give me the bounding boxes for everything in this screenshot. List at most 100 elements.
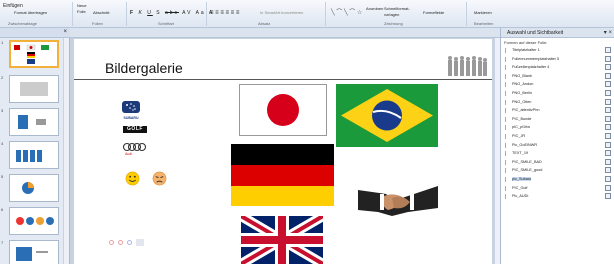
section-button[interactable]: Abschnitt <box>93 10 109 16</box>
thumbnail-preview <box>14 44 49 64</box>
object-list-item[interactable]: PIC_attentivPhn <box>504 107 614 116</box>
thumbnail-slide-3[interactable] <box>9 108 59 136</box>
thumbnail-slide-7[interactable] <box>9 240 59 264</box>
shapes-gallery[interactable]: ╲ ⌒ ╲ ⌒ ☆ <box>331 10 362 16</box>
visibility-toggle-icon[interactable] <box>605 184 611 191</box>
tree-line <box>505 176 509 182</box>
object-name: Foliennummernplatzhalter 5 <box>512 56 560 61</box>
visibility-toggle-icon[interactable] <box>605 64 611 71</box>
audi-logo-text: Audi <box>125 152 132 156</box>
object-list-item[interactable]: TEXT_19 <box>504 150 614 159</box>
object-list-item[interactable]: Foliennummernplatzhalter 5 <box>504 55 614 65</box>
thumbnail-preview <box>18 115 46 129</box>
visibility-toggle-icon[interactable] <box>605 124 611 131</box>
thumbnail-number: 2 <box>1 75 4 80</box>
slide-thumbnails-pane: × 1 2 3 4 5 6 7 <box>0 28 70 264</box>
japan-flag-image[interactable] <box>239 84 327 136</box>
new-slide-button[interactable]: Neue Folie <box>77 3 89 15</box>
smiley-bad-image[interactable] <box>152 171 167 186</box>
thumbnail-slide-2[interactable] <box>9 75 59 103</box>
germany-flag-image[interactable] <box>231 144 334 206</box>
ribbon-separator <box>206 2 207 26</box>
visibility-toggle-icon[interactable] <box>605 115 611 122</box>
uk-flag-image[interactable] <box>241 216 323 264</box>
visibility-toggle-icon[interactable] <box>605 167 611 174</box>
object-list-item[interactable]: PNG_Olten <box>504 98 614 108</box>
tree-line <box>505 56 509 62</box>
object-list-item[interactable]: Pic_AUDI <box>504 193 614 202</box>
visibility-toggle-icon[interactable] <box>605 72 611 79</box>
visibility-toggle-icon[interactable] <box>605 81 611 88</box>
golf-logo-image[interactable]: GOLF <box>123 126 147 133</box>
handshake-photo[interactable] <box>358 172 438 230</box>
align-buttons[interactable]: ≡ ≡ ≡ ≡ ≡ ≡ <box>210 10 239 16</box>
thumbnails-scrollbar[interactable] <box>63 38 69 264</box>
object-list-item[interactable]: PIC_Golf <box>504 184 614 194</box>
object-list-item[interactable]: PIC_Bunde <box>504 115 614 125</box>
paste-button[interactable]: Einfügen <box>3 3 23 9</box>
visibility-toggle-icon[interactable] <box>605 55 611 62</box>
object-name: pIC_pGrlw <box>512 125 530 130</box>
object-name: PNG_Andon <box>512 82 534 87</box>
close-icon[interactable]: × <box>63 29 67 35</box>
object-list-item[interactable]: Titelplatzhalter 1 <box>504 47 614 56</box>
subaru-logo-text: SUBARU <box>124 116 139 120</box>
object-list-item[interactable]: PIC_SMILE_good <box>504 167 614 176</box>
object-list-item[interactable]: Pic_GoEINWR <box>504 141 614 151</box>
visibility-toggle-icon[interactable] <box>605 141 611 148</box>
object-name: PIC_SMILE_good <box>512 168 543 173</box>
object-list-item[interactable]: Fußzeilenplatzhalter 4 <box>504 64 614 73</box>
spacing-button[interactable]: AV <box>182 10 192 16</box>
visibility-toggle-icon[interactable] <box>605 132 611 139</box>
audi-logo-image[interactable]: Audi <box>122 142 148 156</box>
thumbnail-slide-4[interactable] <box>9 141 59 169</box>
underline-button[interactable]: U <box>147 10 153 16</box>
object-list-item[interactable]: PNG_Berlin <box>504 89 614 99</box>
visibility-toggle-icon[interactable] <box>605 175 611 182</box>
quick-styles-button[interactable]: Schnellformat-vorlagen <box>384 6 416 18</box>
subaru-logo-image[interactable]: SUBARU <box>121 100 141 121</box>
visibility-toggle-icon[interactable] <box>605 89 611 96</box>
thumbnail-preview <box>16 150 42 162</box>
thumbnail-slide-5[interactable] <box>9 174 59 202</box>
arrange-button[interactable]: Anordnen <box>366 6 383 12</box>
visibility-toggle-icon[interactable] <box>605 107 611 114</box>
slide[interactable]: Bildergalerie SUBARU GOLF Audi <box>74 39 492 264</box>
object-list-item[interactable]: PIC_SMILE_BAD <box>504 158 614 168</box>
object-list-item[interactable]: PNG_Andon <box>504 81 614 90</box>
thumbnail-slide-6[interactable] <box>9 207 59 235</box>
shadow-button[interactable]: S <box>156 10 161 16</box>
thumbnail-preview <box>22 182 34 194</box>
font-format-buttons[interactable]: F K U S abc AV Aa A <box>130 10 214 16</box>
object-list-item[interactable]: pIC_pGrlw <box>504 124 614 133</box>
visibility-toggle-icon[interactable] <box>605 47 611 53</box>
object-list-item[interactable]: PIC_JR <box>504 132 614 142</box>
close-icon[interactable]: × <box>608 30 612 36</box>
thumbnail-number: 3 <box>1 108 4 113</box>
format-painter-button[interactable]: Format übertragen <box>14 10 47 16</box>
visibility-toggle-icon[interactable] <box>605 158 611 165</box>
object-list-item[interactable]: pic_Subaru <box>504 175 614 185</box>
visibility-toggle-icon[interactable] <box>605 150 611 157</box>
thumbnail-slide-1[interactable] <box>9 40 59 68</box>
bold-button[interactable]: F <box>130 10 135 16</box>
ribbon-separator <box>126 2 127 26</box>
visibility-toggle-icon[interactable] <box>605 193 611 200</box>
smiley-good-image[interactable] <box>125 171 140 186</box>
object-list-item[interactable]: PNG_Blank <box>504 72 614 82</box>
tree-line <box>505 99 509 105</box>
case-button[interactable]: Aa <box>196 10 206 16</box>
slide-title[interactable]: Bildergalerie <box>105 60 183 76</box>
thumbnail-preview <box>20 82 48 96</box>
select-button[interactable]: Markieren <box>474 10 492 16</box>
smartart-button[interactable]: In SmartArt konvertieren <box>260 10 303 16</box>
shape-effects-button[interactable]: Formeffekte <box>423 10 444 16</box>
object-name: PNG_Berlin <box>512 90 533 95</box>
brazil-flag-image[interactable] <box>336 84 438 147</box>
dropdown-icon[interactable]: ▾ <box>604 30 607 36</box>
strikethrough-button[interactable]: abc <box>165 10 179 16</box>
italic-button[interactable]: K <box>138 10 143 16</box>
ribbon-separator <box>325 2 326 26</box>
people-silhouette-image[interactable] <box>446 54 488 78</box>
visibility-toggle-icon[interactable] <box>605 98 611 105</box>
